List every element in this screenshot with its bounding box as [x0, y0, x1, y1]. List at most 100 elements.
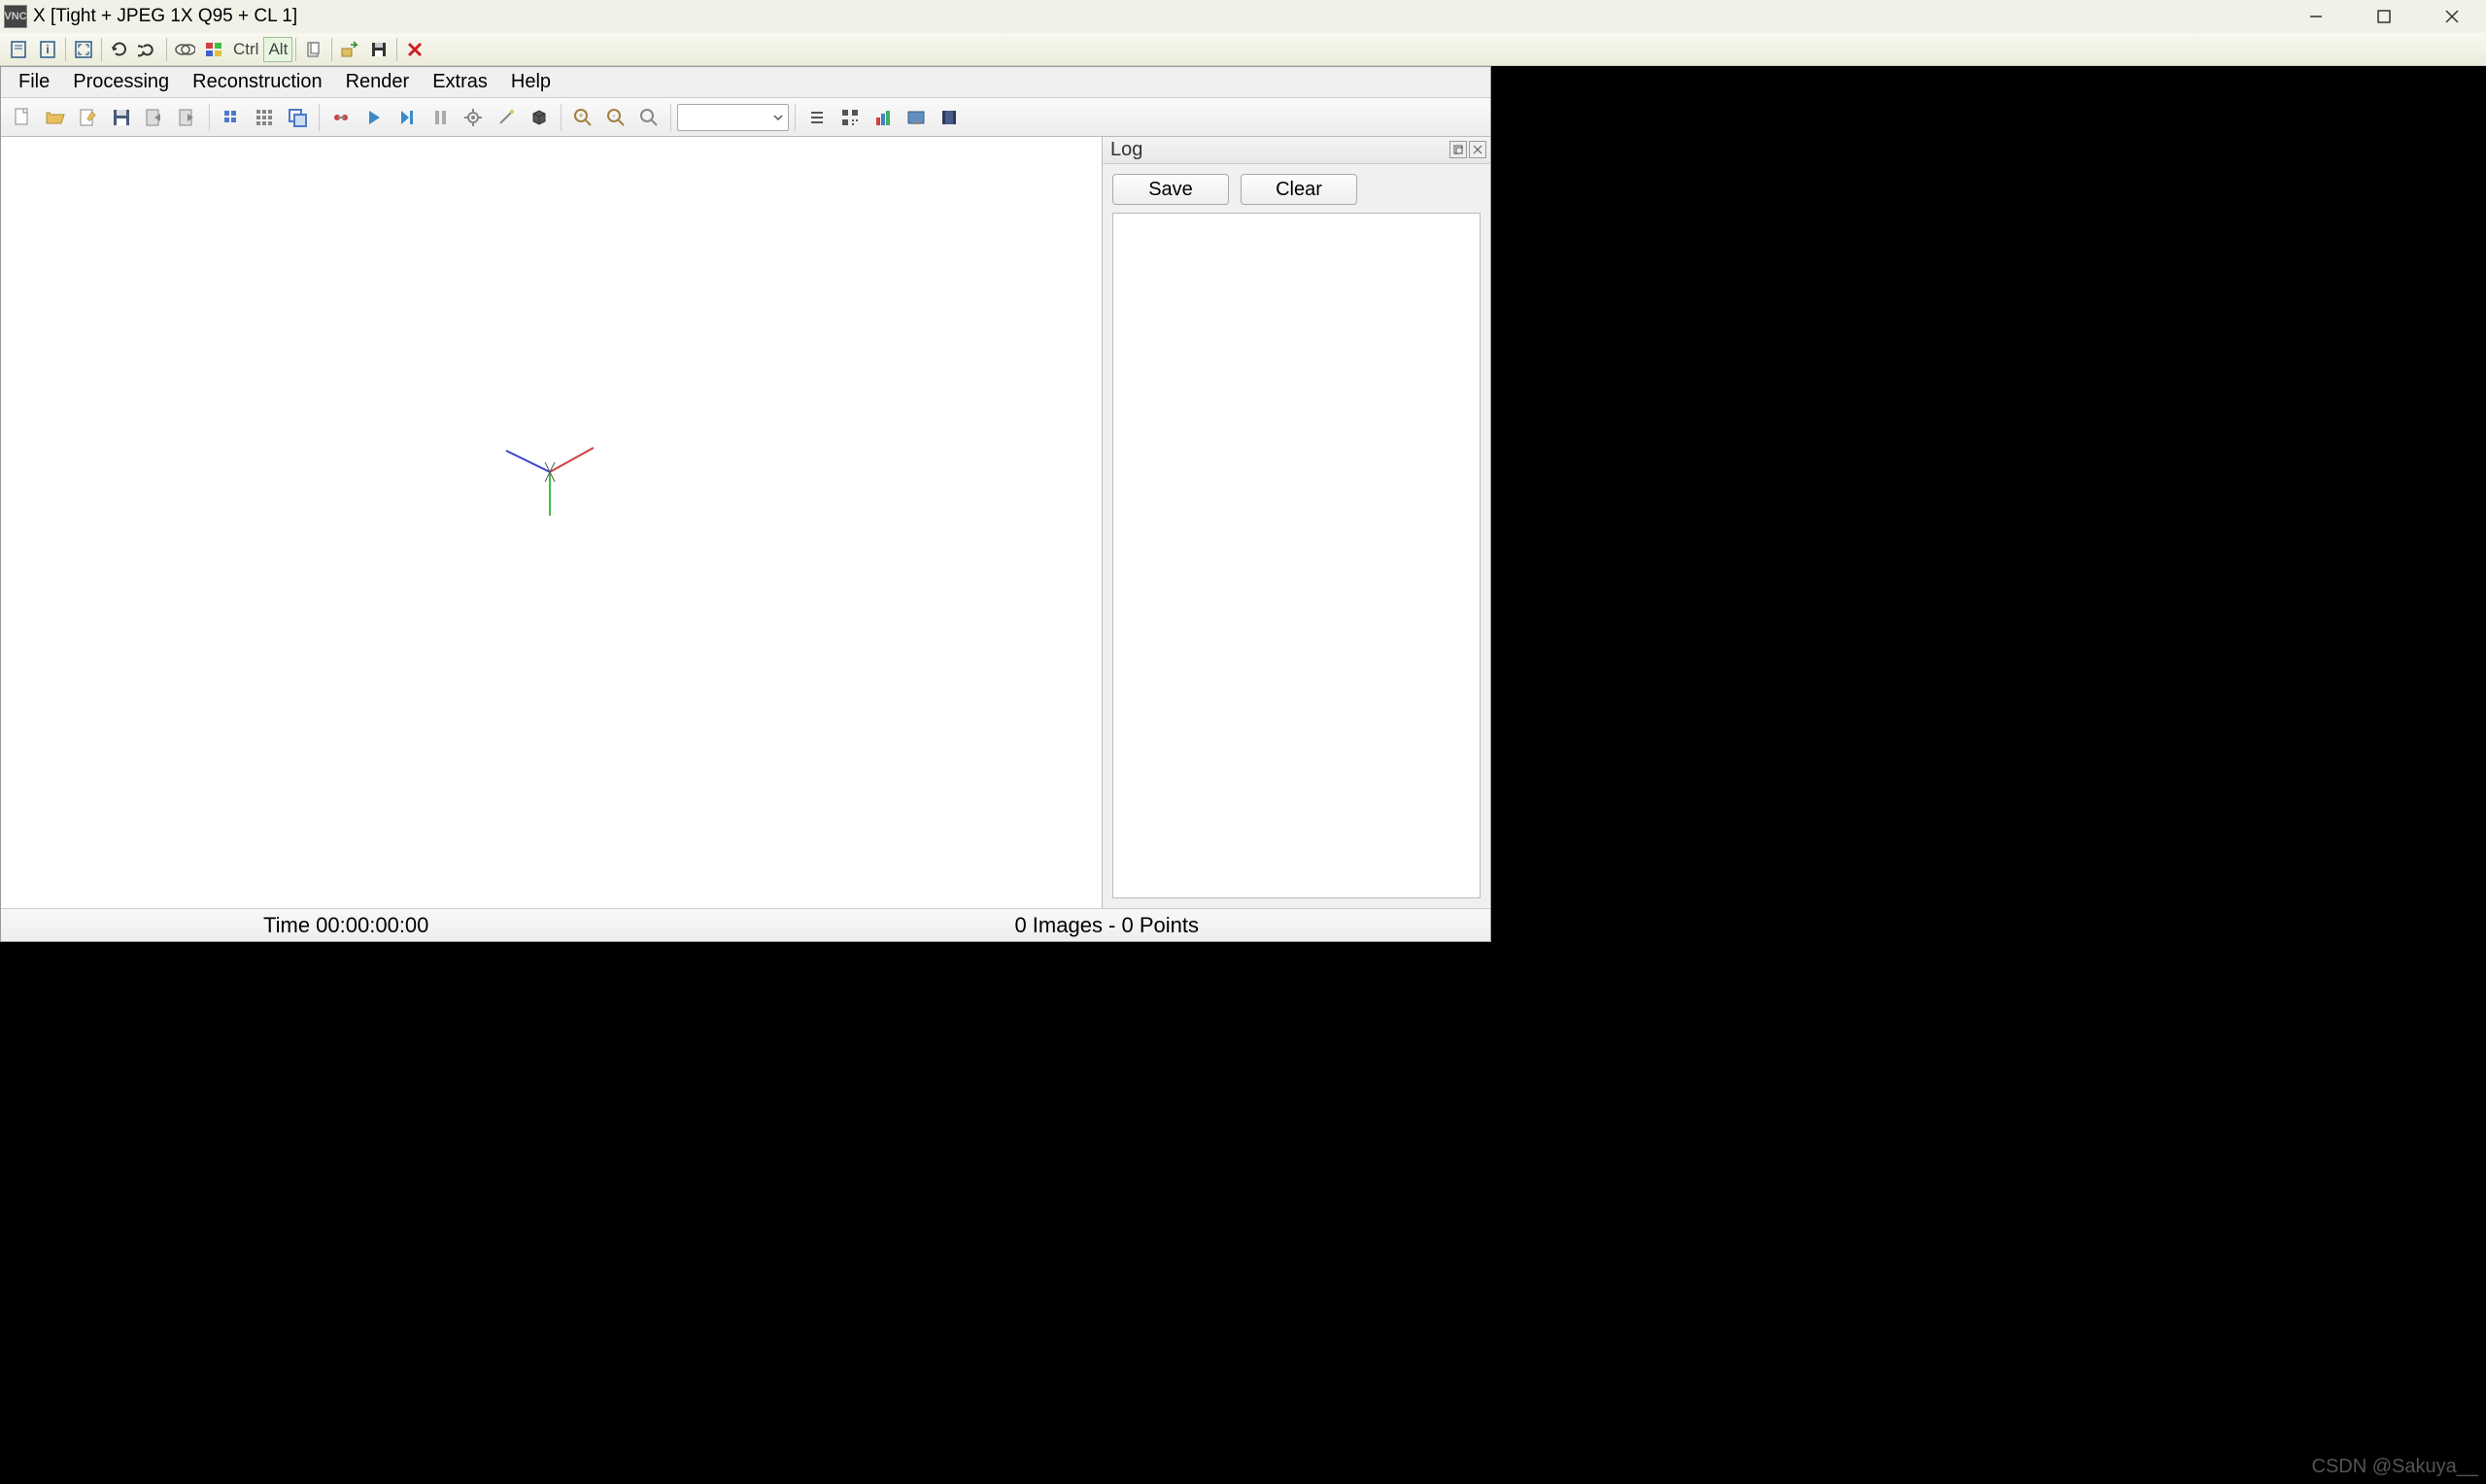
clipboard-icon	[303, 39, 324, 60]
separator	[295, 38, 296, 61]
new-project-button[interactable]	[7, 102, 38, 133]
log-textarea[interactable]	[1112, 213, 1481, 898]
cube-icon	[528, 106, 551, 129]
fullscreen-icon	[73, 39, 94, 60]
reconstruction-options-button[interactable]	[458, 102, 489, 133]
axis-gizmo-icon	[496, 433, 603, 521]
vnc-ctrl-toggle[interactable]: Ctrl	[228, 37, 263, 62]
list-icon	[805, 106, 829, 129]
floppy-icon	[368, 39, 390, 60]
close-button[interactable]	[2418, 0, 2486, 33]
log-panel-header[interactable]: Log	[1103, 137, 1490, 164]
separator	[561, 104, 562, 131]
svg-text:+: +	[578, 111, 583, 120]
app-icon: VNC	[4, 5, 27, 28]
vnc-options-button[interactable]	[4, 36, 33, 63]
export-icon	[176, 106, 199, 129]
transfer-icon	[339, 39, 360, 60]
menu-extras[interactable]: Extras	[421, 67, 499, 97]
log-button-row: Save Clear	[1103, 164, 1490, 213]
automatic-reconstruction-button[interactable]	[325, 102, 357, 133]
refresh-icon	[109, 39, 130, 60]
info-icon: i	[37, 39, 58, 60]
vnc-refresh-button[interactable]	[105, 36, 134, 63]
stats-button[interactable]	[868, 102, 899, 133]
feature-extraction-button[interactable]	[216, 102, 247, 133]
separator	[331, 38, 332, 61]
x-icon	[404, 39, 426, 60]
qr-icon	[838, 106, 862, 129]
minimize-button[interactable]	[2282, 0, 2350, 33]
vnc-save-button[interactable]	[364, 36, 393, 63]
statusbar: Time 00:00:00:00 0 Images - 0 Points	[1, 908, 1490, 941]
model-selector[interactable]	[677, 104, 789, 131]
menu-render[interactable]: Render	[334, 67, 422, 97]
workspace: Log Save Clear	[1, 137, 1490, 908]
show-log-button[interactable]	[801, 102, 833, 133]
menu-reconstruction[interactable]: Reconstruction	[181, 67, 333, 97]
render-options-button[interactable]: +	[567, 102, 598, 133]
undock-icon	[1453, 145, 1463, 154]
auto-icon	[329, 106, 353, 129]
dense-reconstruction-button[interactable]	[524, 102, 555, 133]
new-file-icon	[11, 106, 34, 129]
step-reconstruction-button[interactable]	[392, 102, 423, 133]
gear-icon	[461, 106, 485, 129]
play-icon	[362, 106, 386, 129]
window-title: X [Tight + JPEG 1X Q95 + CL 1]	[33, 6, 297, 27]
separator	[101, 38, 102, 61]
bars-icon	[871, 106, 895, 129]
vnc-cad-button[interactable]	[170, 36, 199, 63]
log-clear-button[interactable]: Clear	[1241, 174, 1357, 205]
movie-button[interactable]	[934, 102, 965, 133]
maximize-icon	[2375, 8, 2393, 25]
menubar: File Processing Reconstruction Render Ex…	[1, 67, 1490, 98]
step-forward-icon	[395, 106, 419, 129]
bundle-adjustment-button[interactable]	[491, 102, 522, 133]
vnc-clipboard-button[interactable]	[299, 36, 328, 63]
vnc-reload-button[interactable]	[134, 36, 163, 63]
vnc-ctrlesc-button[interactable]	[199, 36, 228, 63]
menu-processing[interactable]: Processing	[61, 67, 181, 97]
wand-icon	[494, 106, 518, 129]
zoom-out-icon: -	[604, 106, 628, 129]
vnc-disconnect-button[interactable]	[400, 36, 429, 63]
windows-icon	[203, 39, 224, 60]
show-model-stats-button[interactable]: -	[600, 102, 631, 133]
screenshot-button[interactable]	[901, 102, 932, 133]
menu-help[interactable]: Help	[499, 67, 562, 97]
edit-project-button[interactable]	[73, 102, 104, 133]
database-management-button[interactable]	[282, 102, 313, 133]
separator	[670, 104, 671, 131]
open-project-button[interactable]	[40, 102, 71, 133]
grid-icon	[253, 106, 276, 129]
svg-text:i: i	[46, 43, 49, 56]
log-save-button[interactable]: Save	[1112, 174, 1229, 205]
separator	[396, 38, 397, 61]
vnc-transfer-button[interactable]	[335, 36, 364, 63]
pause-icon	[428, 106, 452, 129]
menu-file[interactable]: File	[7, 67, 61, 97]
qr-button[interactable]	[834, 102, 866, 133]
save-button[interactable]	[106, 102, 137, 133]
keyboard-icon	[174, 39, 195, 60]
log-close-button[interactable]	[1469, 141, 1486, 158]
save-icon	[110, 106, 133, 129]
export-button[interactable]	[172, 102, 203, 133]
separator	[65, 38, 66, 61]
viewport-3d[interactable]	[1, 137, 1102, 908]
chevron-down-icon	[772, 112, 784, 123]
start-reconstruction-button[interactable]	[358, 102, 390, 133]
import-button[interactable]	[139, 102, 170, 133]
vnc-info-button[interactable]: i	[33, 36, 62, 63]
status-info: 0 Images - 0 Points	[1014, 913, 1199, 938]
vnc-fullscreen-button[interactable]	[69, 36, 98, 63]
log-undock-button[interactable]	[1449, 141, 1467, 158]
show-match-matrix-button[interactable]	[633, 102, 664, 133]
log-panel-title: Log	[1110, 139, 1142, 161]
maximize-button[interactable]	[2350, 0, 2418, 33]
separator	[166, 38, 167, 61]
pause-reconstruction-button[interactable]	[425, 102, 456, 133]
vnc-alt-toggle[interactable]: Alt	[263, 37, 292, 62]
feature-matching-button[interactable]	[249, 102, 280, 133]
